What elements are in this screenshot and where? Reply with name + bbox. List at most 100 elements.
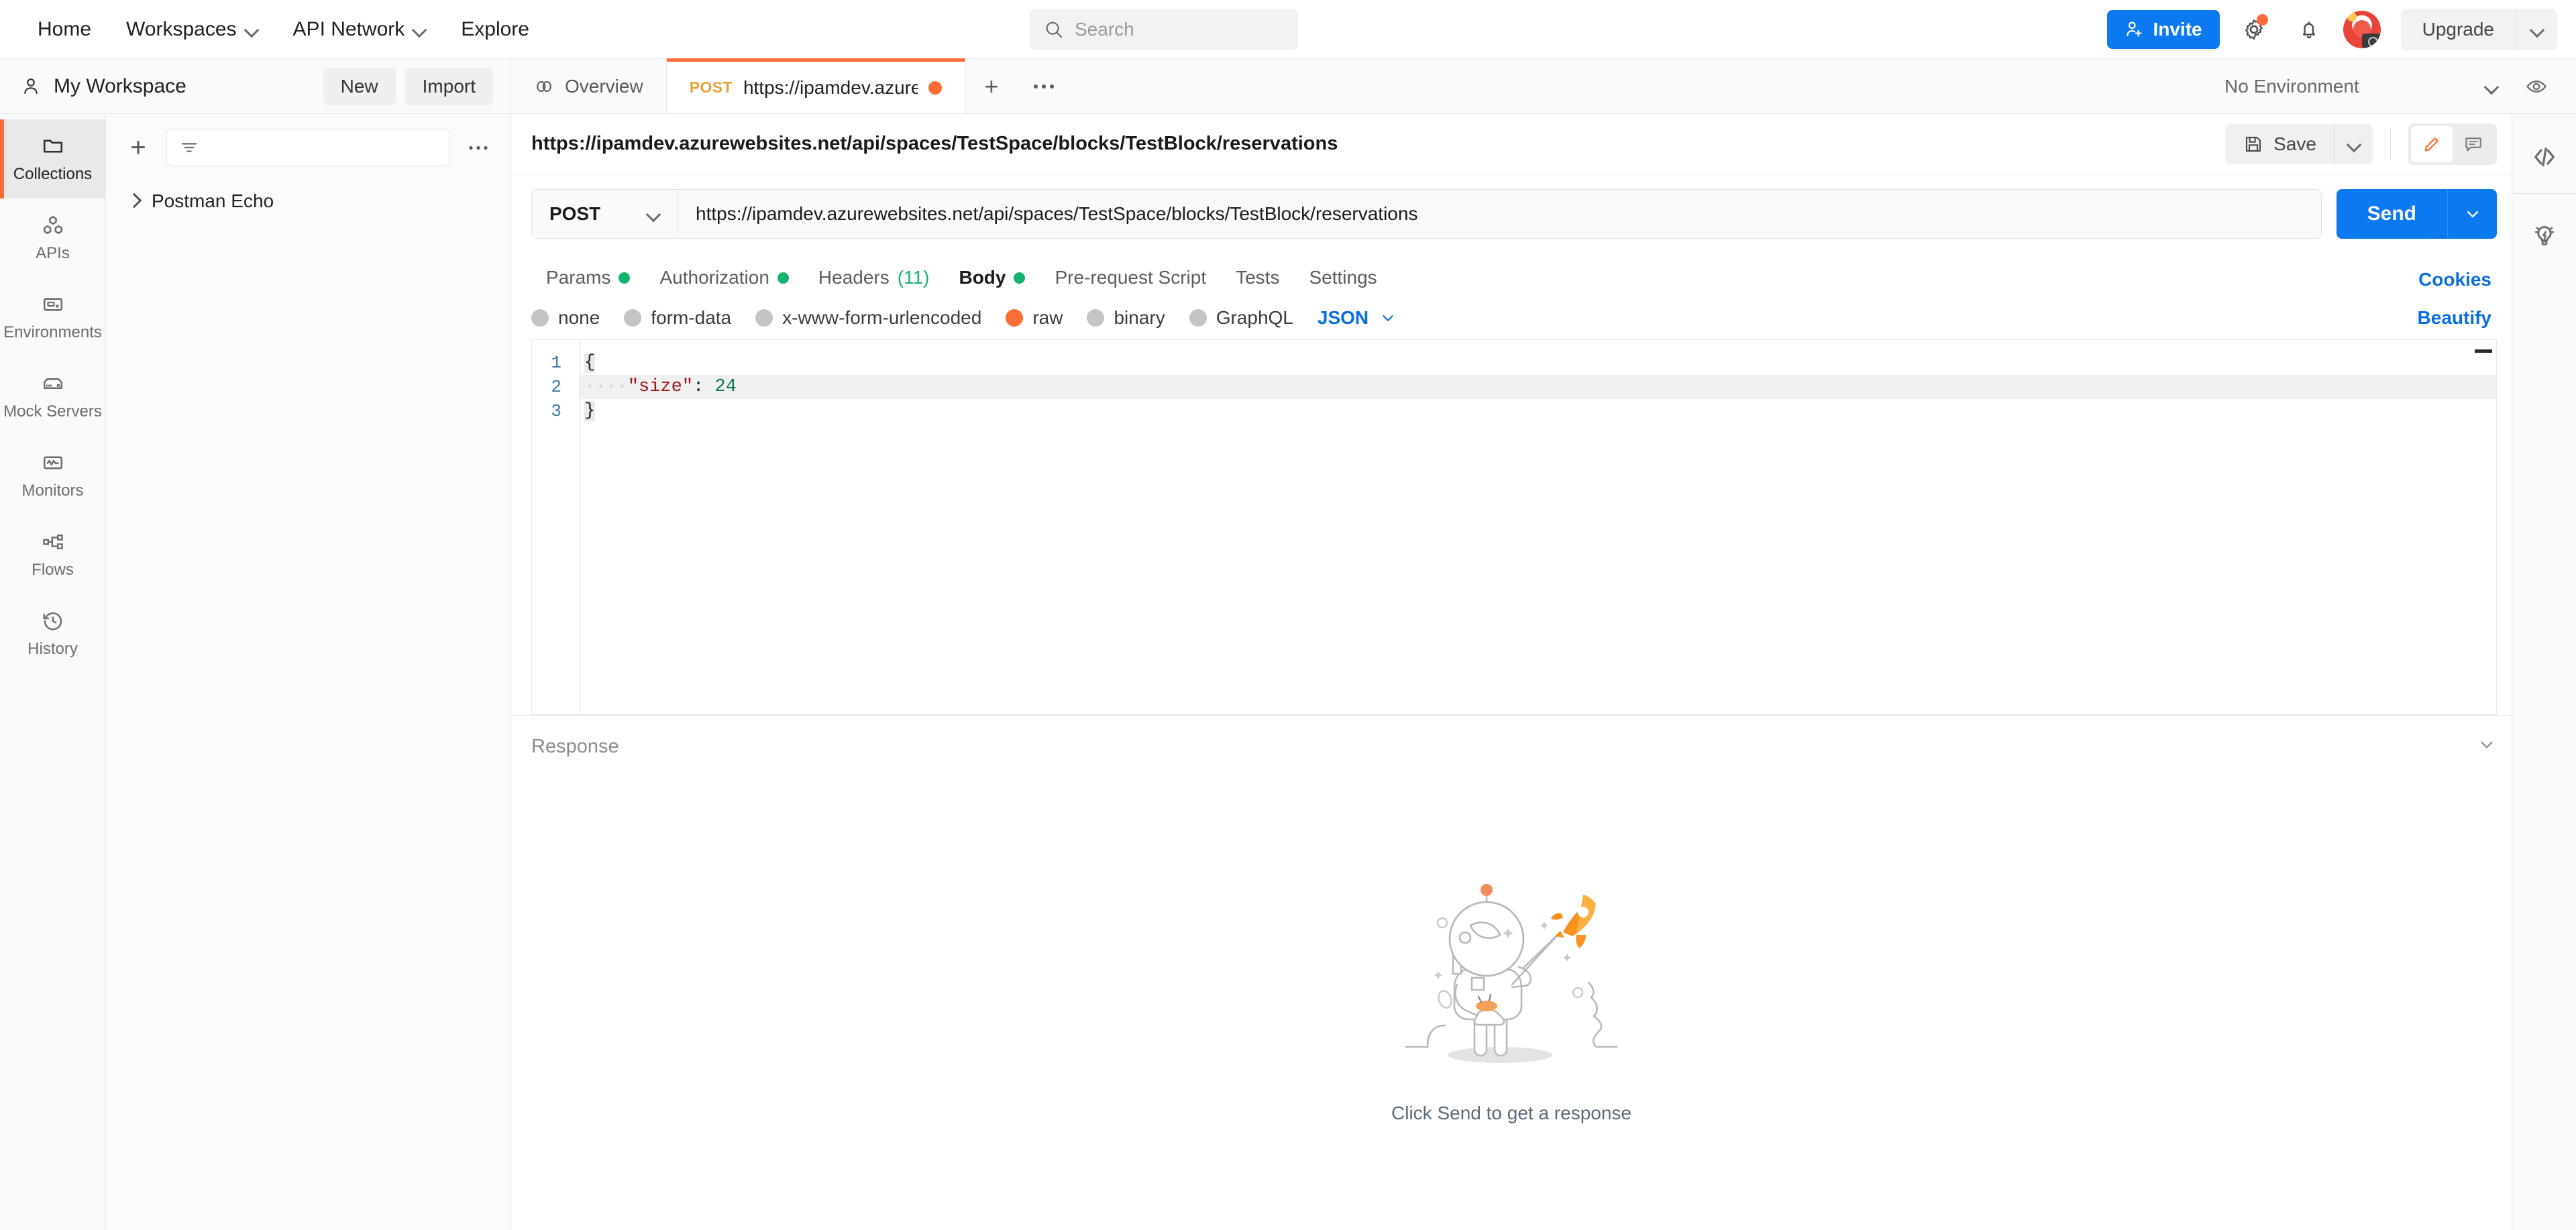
workspace-buttons: New Import — [323, 67, 493, 105]
body-type-form-data[interactable]: form-data — [624, 307, 731, 329]
body-type-none[interactable]: none — [531, 307, 600, 329]
nav-item-explore[interactable]: Explore — [443, 10, 547, 49]
send-button[interactable]: Send — [2336, 189, 2447, 239]
tab-label: Settings — [1309, 267, 1377, 288]
collections-icon — [43, 139, 62, 153]
tab-label: Pre-request Script — [1055, 267, 1207, 288]
code-icon — [2534, 147, 2555, 167]
nav-item-label: Explore — [461, 17, 529, 40]
status-dot-icon — [777, 272, 789, 284]
raw-format-value: JSON — [1317, 307, 1369, 328]
sidebar-item-label: Environments — [3, 323, 102, 341]
divider — [2390, 127, 2391, 160]
sidebar-item-mock-servers[interactable]: Mock Servers — [0, 357, 105, 436]
filter-icon — [181, 143, 197, 152]
settings-button[interactable] — [2233, 9, 2275, 50]
sidebar-item-label: Monitors — [21, 482, 84, 500]
upgrade-button[interactable]: Upgrade — [2401, 9, 2516, 50]
response-collapse-button[interactable] — [2477, 734, 2497, 760]
request-title-row: https://ipamdev.azurewebsites.net/api/sp… — [511, 114, 2512, 174]
request-body-editor[interactable]: 1 2 3 { ····"size": 24 } — [531, 339, 2497, 715]
primary-nav: Home Workspaces API Network Explore — [20, 10, 547, 49]
body-type-binary[interactable]: binary — [1087, 307, 1165, 329]
tab-settings[interactable]: Settings — [1294, 256, 1391, 303]
cookies-link[interactable]: Cookies — [2418, 269, 2497, 290]
tab-pre-request-script[interactable]: Pre-request Script — [1040, 256, 1221, 303]
tab-overview[interactable]: Overview — [511, 59, 667, 113]
tab-body[interactable]: Body — [944, 256, 1040, 303]
environment-selector[interactable]: No Environment — [2214, 68, 2509, 105]
body-type-raw[interactable]: raw — [1006, 307, 1063, 329]
http-method-value: POST — [549, 203, 601, 224]
line-number: 1 — [551, 353, 561, 373]
avatar[interactable] — [2343, 10, 2381, 48]
body-type-graphql[interactable]: GraphQL — [1189, 307, 1293, 329]
code-line-2: ····"size": 24 — [580, 375, 2496, 399]
tab-tests[interactable]: Tests — [1221, 256, 1294, 303]
http-method-select[interactable]: POST — [532, 190, 678, 238]
code-token-close-brace: } — [584, 401, 596, 421]
tab-label: Tests — [1236, 267, 1280, 288]
tab-label: https://ipamdev.azure — [743, 76, 918, 98]
edit-mode-button[interactable] — [2411, 125, 2453, 162]
save-group: Save — [2225, 123, 2373, 164]
environment-quick-look-button[interactable] — [2516, 66, 2557, 107]
sidebar-item-collections[interactable]: Collections — [0, 119, 105, 199]
tab-request-post[interactable]: POST https://ipamdev.azure — [666, 58, 965, 113]
collections-filter-input[interactable] — [166, 129, 450, 166]
code-snippet-button[interactable] — [2519, 131, 2570, 182]
tab-label: Authorization — [659, 267, 769, 288]
sidebar-item-environments[interactable]: Environments — [0, 278, 105, 357]
collections-toolbar: + — [106, 114, 511, 178]
response-empty-message: Click Send to get a response — [1391, 1103, 1631, 1123]
editor-scrollbar[interactable] — [2475, 349, 2492, 353]
list-item[interactable]: Postman Echo — [106, 178, 511, 224]
nav-item-api-network[interactable]: API Network — [276, 10, 444, 49]
collections-more-button[interactable] — [461, 130, 496, 165]
body-type-x-www-form-urlencoded[interactable]: x-www-form-urlencoded — [755, 307, 981, 329]
code-token-colon: : — [693, 377, 704, 397]
body-type-label: raw — [1032, 307, 1063, 328]
nav-item-workspaces[interactable]: Workspaces — [109, 10, 276, 49]
pencil-icon — [2424, 137, 2438, 151]
workspace-name[interactable]: My Workspace — [54, 75, 186, 98]
more-horizontal-icon — [1033, 84, 1054, 89]
radio-icon — [1087, 309, 1105, 327]
notifications-button[interactable] — [2288, 9, 2330, 50]
new-button[interactable]: New — [323, 67, 396, 105]
sidebar-item-monitors[interactable]: Monitors — [0, 436, 105, 515]
divider — [2512, 193, 2576, 194]
upgrade-dropdown-button[interactable] — [2516, 8, 2557, 50]
sidebar-item-history[interactable]: History — [0, 594, 105, 673]
line-number: 3 — [551, 401, 561, 421]
add-collection-button[interactable]: + — [121, 130, 156, 165]
tab-headers[interactable]: Headers (11) — [804, 256, 945, 303]
import-button[interactable]: Import — [405, 67, 493, 105]
monitors-icon — [43, 456, 62, 469]
tips-button[interactable] — [2519, 210, 2570, 261]
workspace-header: My Workspace New Import — [0, 59, 511, 113]
new-tab-button[interactable]: + — [965, 59, 1018, 113]
comment-mode-button[interactable] — [2453, 126, 2494, 162]
radio-icon — [624, 309, 642, 327]
tab-more-button[interactable] — [1018, 59, 1070, 113]
beautify-link[interactable]: Beautify — [2418, 307, 2497, 329]
sidebar-item-apis[interactable]: APIs — [0, 199, 105, 278]
search-input[interactable]: Search — [1030, 9, 1298, 50]
tab-params[interactable]: Params — [531, 256, 645, 303]
sidebar-item-flows[interactable]: Flows — [0, 515, 105, 594]
url-input[interactable]: https://ipamdev.azurewebsites.net/api/sp… — [678, 190, 2321, 238]
send-dropdown-button[interactable] — [2447, 189, 2497, 239]
status-dot-icon — [1014, 272, 1026, 284]
editor-gutter: 1 2 3 — [532, 340, 571, 714]
editor-code-area[interactable]: { ····"size": 24 } — [580, 340, 2496, 714]
tab-authorization[interactable]: Authorization — [645, 256, 803, 303]
save-button[interactable]: Save — [2225, 123, 2334, 164]
code-token-indent: ···· — [584, 377, 628, 397]
invite-button[interactable]: Invite — [2107, 9, 2220, 49]
send-group: Send — [2336, 189, 2497, 239]
nav-item-home[interactable]: Home — [20, 10, 109, 49]
save-dropdown-button[interactable] — [2334, 123, 2373, 164]
raw-format-select[interactable]: JSON — [1318, 307, 1397, 329]
tab-label: Overview — [565, 75, 643, 97]
